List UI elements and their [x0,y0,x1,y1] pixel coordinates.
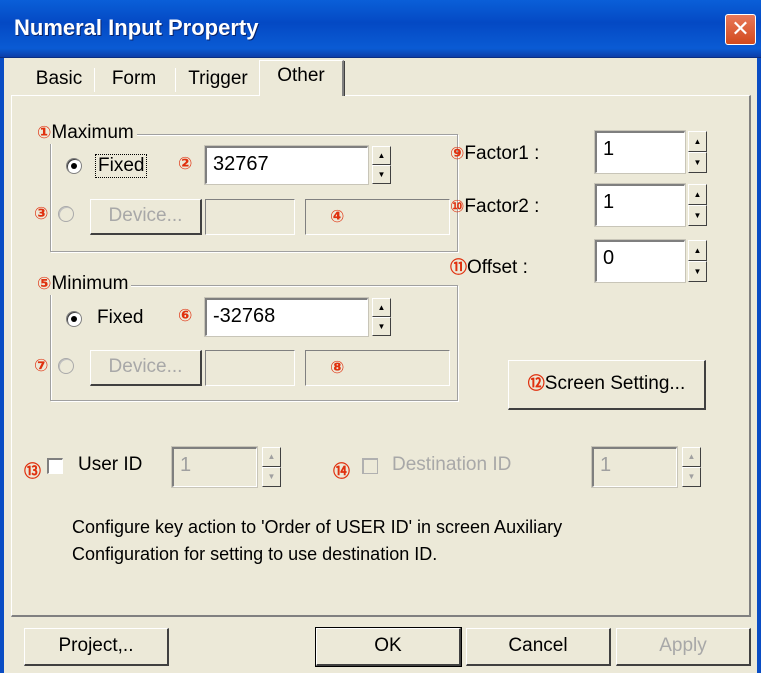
maximum-device-field [205,199,295,235]
minimum-spinner[interactable]: ▲ ▼ [372,298,391,336]
offset-label-text: Offset : [467,257,528,278]
spin-down-icon[interactable]: ▼ [262,467,281,487]
destination-id-input[interactable]: 1 [591,446,678,488]
destination-id-checkbox[interactable] [362,458,378,474]
screen-setting-badge: ⑫ [527,374,545,394]
user-id-badge: ⑬ [24,462,41,482]
spin-up-icon[interactable]: ▲ [262,447,281,467]
cancel-button[interactable]: Cancel [466,628,611,666]
window-frame-right [757,58,761,673]
screen-setting-button[interactable]: ⑫Screen Setting... [508,360,706,410]
spin-up-icon[interactable]: ▲ [372,298,391,317]
offset-spinner[interactable]: ▲ ▼ [688,240,707,282]
close-icon: ✕ [731,16,750,41]
maximum-fixed-label[interactable]: Fixed [95,154,148,178]
factor2-input[interactable]: 1 [594,183,686,227]
user-id-input[interactable]: 1 [171,446,258,488]
maximum-device-radio[interactable] [58,206,74,222]
maximum-device-button[interactable]: Device... [90,199,202,235]
user-id-spinner[interactable]: ▲ ▼ [262,447,281,487]
offset-badge: ⑪ [450,258,467,278]
spin-up-icon[interactable]: ▲ [682,447,701,467]
maximum-legend-label: Maximum [51,122,134,143]
destination-id-badge: ⑭ [333,462,350,482]
maximum-value-input[interactable]: 32767 [204,145,369,185]
apply-button[interactable]: Apply [616,628,751,666]
spin-down-icon[interactable]: ▼ [682,467,701,487]
user-id-checkbox[interactable] [47,458,63,474]
screen-setting-label: Screen Setting... [544,373,686,394]
factor2-spinner[interactable]: ▲ ▼ [688,184,707,226]
spin-up-icon[interactable]: ▲ [688,240,707,261]
minimum-device-value-field: ⑧ [305,350,450,386]
tab-basic[interactable]: Basic [24,65,94,94]
factor1-input[interactable]: 1 [594,130,686,174]
user-id-label[interactable]: User ID [78,454,142,476]
destination-id-label[interactable]: Destination ID [392,454,511,476]
destination-id-spinner[interactable]: ▲ ▼ [682,447,701,487]
spin-up-icon[interactable]: ▲ [688,184,707,205]
minimum-device-button[interactable]: Device... [90,350,202,386]
offset-label: ⑪Offset : [450,253,528,279]
info-note: Configure key action to 'Order of USER I… [72,514,712,568]
minimum-fixed-label[interactable]: Fixed [97,307,143,329]
minimum-legend: ⑤Minimum [36,273,132,295]
factor2-label-text: Factor2 : [464,196,540,217]
window-frame-left [0,58,4,673]
maximum-badge: ① [37,123,52,143]
minimum-badge: ⑤ [37,274,52,294]
tab-separator [175,68,176,92]
window-title: Numeral Input Property [14,15,259,40]
factor1-badge: ⑨ [450,144,465,164]
maximum-device-badge: ③ [34,204,49,224]
project-button[interactable]: Project,.. [24,628,169,666]
spin-down-icon[interactable]: ▼ [688,152,707,173]
minimum-value-badge: ⑥ [178,306,193,326]
factor1-label-text: Factor1 : [464,143,540,164]
factor1-spinner[interactable]: ▲ ▼ [688,131,707,173]
factor2-label: ⑩Factor2 : [450,196,539,218]
info-note-line-2: Configuration for setting to use destina… [72,544,438,564]
maximum-device-value-field: ④ [305,199,450,235]
minimum-value-input[interactable]: -32768 [204,297,369,337]
factor1-label: ⑨Factor1 : [450,143,539,165]
maximum-value-badge: ② [178,154,193,174]
tab-form[interactable]: Form [100,65,168,94]
tab-separator [94,68,95,92]
spin-down-icon[interactable]: ▼ [688,205,707,226]
spin-down-icon[interactable]: ▼ [688,261,707,282]
minimum-device-field [205,350,295,386]
info-note-line-1: Configure key action to 'Order of USER I… [72,517,563,537]
tab-other[interactable]: Other [259,60,345,96]
close-button[interactable]: ✕ [725,14,756,45]
maximum-fixed-radio[interactable] [66,158,82,174]
factor2-badge: ⑩ [450,197,465,217]
minimum-device-value-badge: ⑧ [330,358,345,378]
maximum-spinner[interactable]: ▲ ▼ [372,146,391,184]
tab-trigger[interactable]: Trigger [182,65,254,94]
minimum-device-badge: ⑦ [34,356,49,376]
maximum-legend: ①Maximum [36,122,137,144]
minimum-device-radio[interactable] [58,358,74,374]
spin-up-icon[interactable]: ▲ [688,131,707,152]
spin-down-icon[interactable]: ▼ [372,165,391,184]
spin-up-icon[interactable]: ▲ [372,146,391,165]
minimum-fixed-radio[interactable] [66,311,82,327]
ok-button[interactable]: OK [315,627,462,667]
minimum-legend-label: Minimum [51,273,129,294]
maximum-device-value-badge: ④ [330,207,345,227]
offset-input[interactable]: 0 [594,239,686,283]
spin-down-icon[interactable]: ▼ [372,317,391,336]
